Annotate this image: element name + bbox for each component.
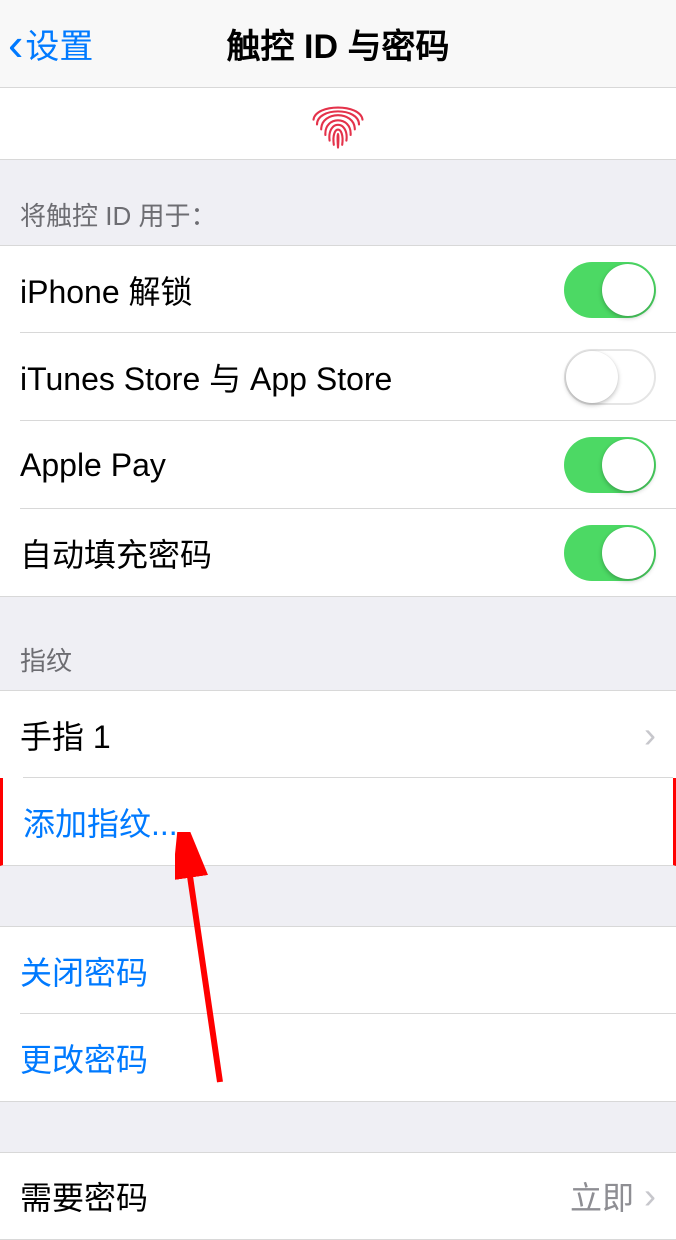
section-header-fingerprints: 指纹 [0,597,676,690]
fingerprint-hero [0,88,676,160]
fingerprint-icon [303,88,373,160]
cell-turn-off-passcode[interactable]: 关闭密码 [0,926,676,1014]
cell-iphone-unlock: iPhone 解锁 [0,245,676,333]
cell-label: 更改密码 [20,1035,656,1081]
use-touchid-group: iPhone 解锁 iTunes Store 与 App Store Apple… [0,245,676,597]
fingerprints-group: 手指 1 › 添加指纹... [0,690,676,866]
passcode-group: 关闭密码 更改密码 [0,926,676,1102]
cell-label: iTunes Store 与 App Store [20,354,564,400]
page-title: 触控 ID 与密码 [227,19,450,68]
cell-label: 添加指纹... [23,799,653,845]
cell-label: iPhone 解锁 [20,267,564,313]
cell-label: 需要密码 [20,1173,570,1219]
chevron-right-icon: › [644,714,656,756]
toggle-autofill-password[interactable] [564,525,656,581]
cell-finger-1[interactable]: 手指 1 › [0,690,676,778]
cell-itunes-appstore: iTunes Store 与 App Store [0,333,676,421]
cell-value: 立即 [570,1173,634,1219]
toggle-apple-pay[interactable] [564,437,656,493]
cell-label: Apple Pay [20,447,564,484]
chevron-right-icon: › [644,1175,656,1217]
cell-label: 关闭密码 [20,948,656,994]
cell-autofill-password: 自动填充密码 [0,509,676,597]
chevron-left-icon: ‹ [8,21,23,67]
require-passcode-group: 需要密码 立即 › [0,1152,676,1240]
cell-label: 手指 1 [20,712,644,758]
cell-require-passcode[interactable]: 需要密码 立即 › [0,1152,676,1240]
cell-apple-pay: Apple Pay [0,421,676,509]
back-button[interactable]: ‹ 设置 [0,19,93,68]
cell-label: 自动填充密码 [20,530,564,576]
back-label: 设置 [25,19,93,68]
toggle-iphone-unlock[interactable] [564,262,656,318]
nav-bar: ‹ 设置 触控 ID 与密码 [0,0,676,88]
toggle-itunes-appstore[interactable] [564,349,656,405]
cell-add-fingerprint[interactable]: 添加指纹... [0,778,676,866]
section-header-use-touchid: 将触控 ID 用于： [0,160,676,245]
cell-change-passcode[interactable]: 更改密码 [0,1014,676,1102]
